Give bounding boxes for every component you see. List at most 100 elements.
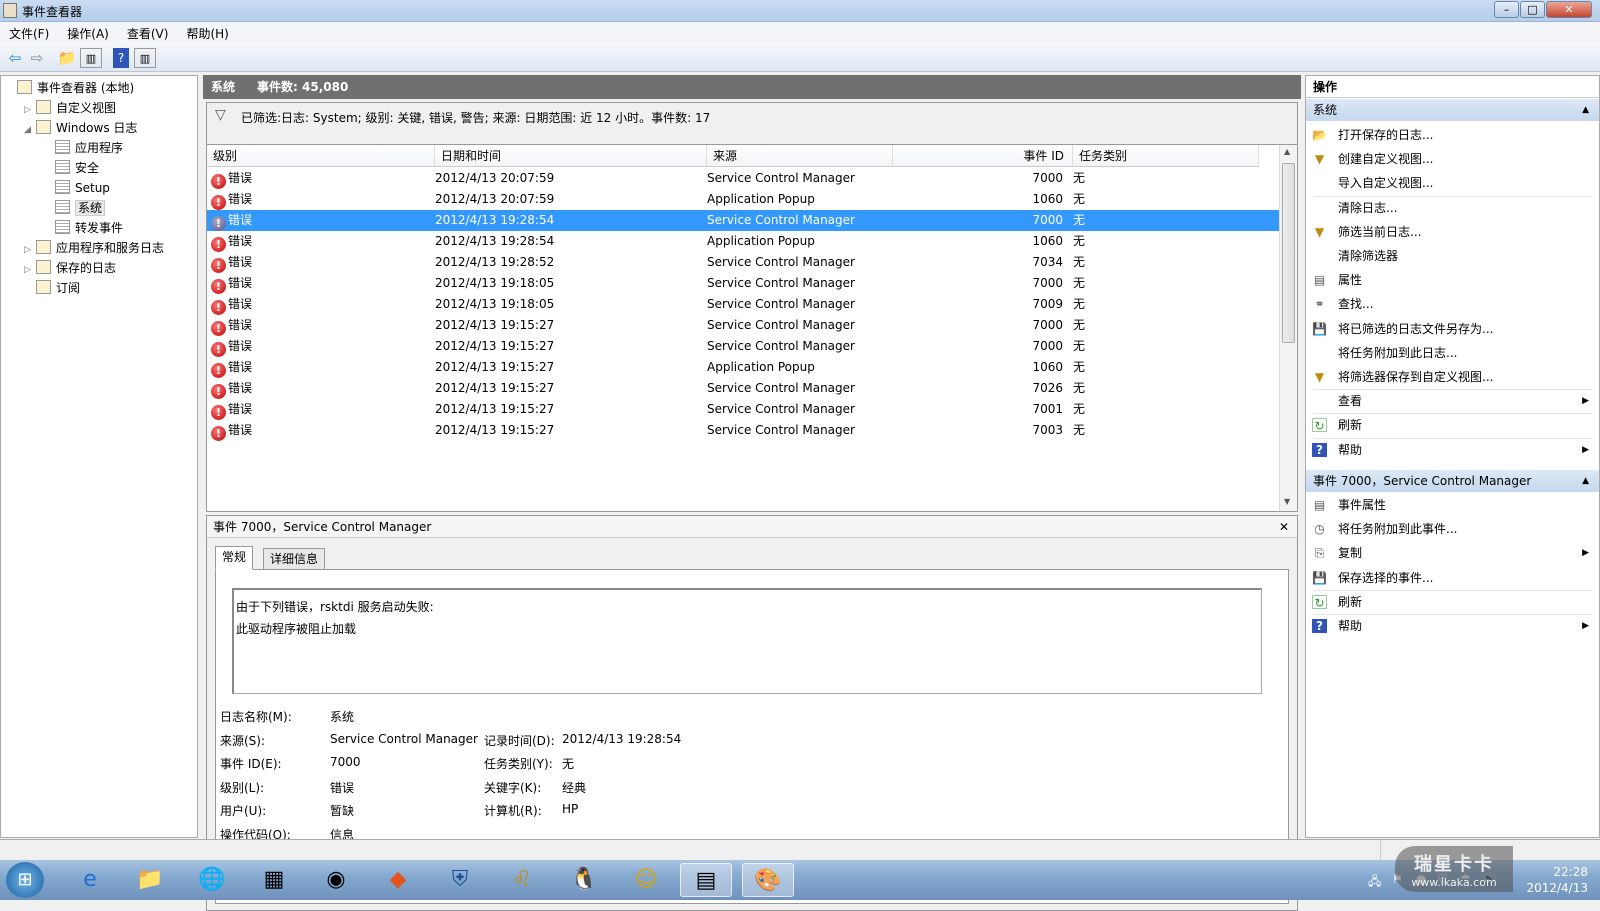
tree-item[interactable]: 系统 [43, 198, 106, 218]
collapse-icon[interactable]: ▲ [1582, 99, 1589, 121]
menu-view[interactable]: 查看(V) [118, 22, 178, 45]
column-header[interactable]: 任务类别 [1073, 145, 1259, 167]
column-header[interactable]: 事件 ID [893, 145, 1073, 167]
cell: 无 [1073, 339, 1086, 353]
back-icon[interactable]: ⇦ [4, 48, 26, 68]
scroll-down-icon[interactable]: ▼ [1284, 497, 1290, 506]
action-item[interactable]: 导入自定义视图... [1306, 171, 1599, 195]
expand-icon[interactable]: ▷ [24, 260, 36, 280]
column-header[interactable]: 级别 [207, 145, 435, 167]
action-item[interactable]: ▼ 将筛选器保存到自定义视图... [1306, 365, 1599, 389]
table-row[interactable]: ! 错误 2012/4/13 19:15:27 Service Control Man… [207, 399, 1279, 420]
show-hide-action-pane-icon[interactable]: ▥ [134, 48, 156, 68]
action-item[interactable]: 清除筛选器 [1306, 244, 1599, 268]
menu-action[interactable]: 操作(A) [58, 22, 118, 45]
cell: 2012/4/13 20:07:59 [435, 192, 555, 206]
ie-icon[interactable]: e [64, 863, 116, 897]
tree-item[interactable]: 安全 [43, 158, 99, 178]
clock[interactable]: 22:28 2012/4/13 [1526, 864, 1588, 896]
action-label: 创建自定义视图... [1338, 152, 1434, 167]
table-row[interactable]: ! 错误 2012/4/13 19:18:05 Service Control Man… [207, 294, 1279, 315]
expand-icon[interactable]: ▷ [24, 240, 36, 260]
help-icon[interactable]: ? [113, 48, 129, 68]
action-item[interactable]: ▼ 创建自定义视图... [1306, 147, 1599, 171]
table-row[interactable]: ! 错误 2012/4/13 19:18:05 Service Control Man… [207, 273, 1279, 294]
minimize-button[interactable]: – [1494, 1, 1519, 18]
app-icon[interactable]: ◆ [372, 863, 424, 897]
paint-icon[interactable]: 🎨 [742, 863, 794, 897]
close-button[interactable]: ✕ [1546, 1, 1592, 18]
table-row[interactable]: ! 错误 2012/4/13 20:07:59 Application Popup 10… [207, 189, 1279, 210]
section-system[interactable]: 系统 ▲ [1306, 99, 1599, 121]
tree-item[interactable]: 转发事件 [43, 218, 123, 238]
section-event[interactable]: 事件 7000，Service Control Manager ▲ [1306, 470, 1599, 492]
source-label: 来源(S): [220, 733, 266, 748]
action-item[interactable]: 将任务附加到此日志... [1306, 341, 1599, 365]
chrome-icon[interactable]: ◉ [310, 863, 362, 897]
menu-help[interactable]: 帮助(H) [177, 22, 237, 45]
globe-icon[interactable]: 🌐 [186, 863, 238, 897]
smiley-icon[interactable]: ☺ [620, 863, 672, 897]
action-item[interactable]: 💾 将已筛选的日志文件另存为... [1306, 317, 1599, 341]
scroll-up-icon[interactable]: ▲ [1284, 147, 1290, 156]
menu-file[interactable]: 文件(F) [0, 22, 58, 45]
tree-item[interactable]: 应用程序 [43, 138, 123, 158]
action-item[interactable]: ↻ 刷新 [1306, 413, 1599, 437]
close-detail-icon[interactable]: ✕ [1279, 516, 1289, 538]
forward-icon[interactable]: ⇨ [26, 48, 48, 68]
tree-item[interactable]: ▷ 保存的日志 [24, 258, 116, 278]
show-hide-tree-icon[interactable]: ▥ [80, 48, 102, 68]
action-label: 清除筛选器 [1338, 249, 1399, 263]
expand-icon[interactable]: ▷ [24, 100, 36, 120]
calculator-icon[interactable]: ▦ [248, 863, 300, 897]
tab-details[interactable]: 详细信息 [263, 548, 326, 570]
table-scrollbar[interactable]: ▲ ▼ [1279, 145, 1297, 511]
action-label: 清除日志... [1338, 200, 1398, 215]
table-row[interactable]: ! 错误 2012/4/13 20:07:59 Service Control Man… [207, 168, 1279, 189]
maximize-button[interactable]: □ [1520, 1, 1545, 18]
table-row[interactable]: ! 错误 2012/4/13 19:15:27 Application Popup 10… [207, 357, 1279, 378]
start-button[interactable]: ⊞ [6, 862, 44, 898]
tree-item[interactable]: 事件查看器 (本地) [5, 78, 134, 98]
table-row[interactable]: ! 错误 2012/4/13 19:15:27 Service Control Man… [207, 315, 1279, 336]
shield-icon[interactable]: ⛨ [434, 863, 486, 897]
network-icon[interactable]: 🖧 [1368, 872, 1381, 893]
action-item[interactable]: ? 帮助 ▶ [1306, 614, 1599, 638]
tree-item[interactable]: ▷ 应用程序和服务日志 [24, 238, 164, 258]
event-viewer-taskbar-icon[interactable]: ▤ [680, 863, 732, 897]
action-item[interactable]: 📂 打开保存的日志... [1306, 123, 1599, 147]
table-row[interactable]: ! 错误 2012/4/13 19:15:27 Service Control Man… [207, 420, 1279, 441]
table-row[interactable]: ! 错误 2012/4/13 19:15:27 Service Control Man… [207, 378, 1279, 399]
action-item[interactable]: ▼ 筛选当前日志... [1306, 220, 1599, 244]
table-row[interactable]: ! 错误 2012/4/13 19:28:54 Service Control Man… [207, 210, 1279, 231]
source-value: Service Control Manager [330, 731, 478, 746]
action-item[interactable]: ◷ 将任务附加到此事件... [1306, 517, 1599, 541]
event-message[interactable]: 由于下列错误，rsktdi 服务启动失败: 此驱动程序被阻止加载 [232, 588, 1262, 694]
action-item[interactable]: ⚭ 查找... [1306, 292, 1599, 316]
column-header[interactable]: 日期和时间 [435, 145, 707, 167]
tree-item[interactable]: ◢ Windows 日志 [24, 118, 137, 138]
action-item[interactable]: 清除日志... [1306, 196, 1599, 220]
action-item[interactable]: ↻ 刷新 [1306, 590, 1599, 614]
tab-general[interactable]: 常规 [215, 546, 254, 570]
qq-icon[interactable]: 🐧 [558, 863, 610, 897]
lion-icon[interactable]: ♌ [496, 863, 548, 897]
action-item[interactable]: ? 帮助 ▶ [1306, 438, 1599, 462]
explorer-icon[interactable]: 📁 [124, 863, 176, 897]
action-item[interactable]: ▤ 事件属性 [1306, 493, 1599, 517]
action-item[interactable]: 💾 保存选择的事件... [1306, 566, 1599, 590]
table-row[interactable]: ! 错误 2012/4/13 19:28:52 Service Control Man… [207, 252, 1279, 273]
up-folder-icon[interactable]: 📁 [56, 48, 78, 68]
scrollbar-thumb[interactable] [1282, 163, 1295, 343]
tree-item[interactable]: ▷ 自定义视图 [24, 98, 116, 118]
collapse-icon[interactable]: ▲ [1582, 470, 1589, 492]
expand-icon[interactable]: ◢ [24, 120, 36, 140]
action-item[interactable]: 查看 ▶ [1306, 389, 1599, 413]
table-row[interactable]: ! 错误 2012/4/13 19:28:54 Application Popup 10… [207, 231, 1279, 252]
table-row[interactable]: ! 错误 2012/4/13 19:15:27 Service Control Man… [207, 336, 1279, 357]
tree-item[interactable]: Setup [43, 178, 110, 198]
action-item[interactable]: ▤ 属性 [1306, 268, 1599, 292]
tree-item[interactable]: 订阅 [24, 278, 80, 298]
action-item[interactable]: ⎘ 复制 ▶ [1306, 541, 1599, 565]
column-header[interactable]: 来源 [707, 145, 893, 167]
